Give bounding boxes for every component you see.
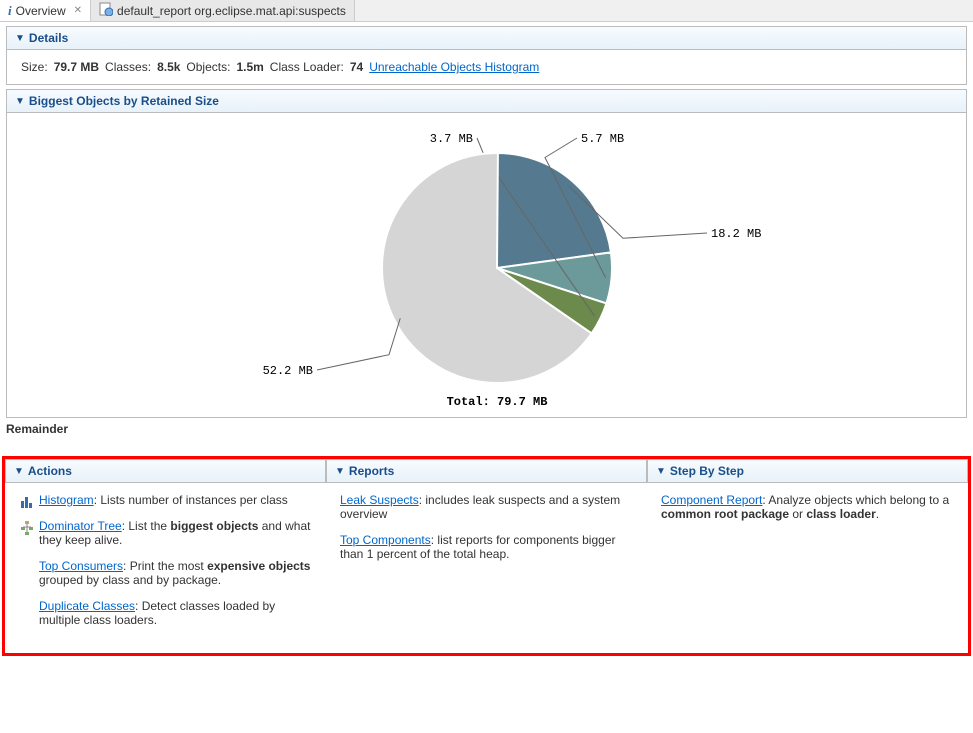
- report-icon: [99, 2, 113, 19]
- section-title: Details: [29, 31, 68, 45]
- report-link[interactable]: Leak Suspects: [340, 493, 419, 507]
- action-item: Top Consumers: Print the most expensive …: [19, 559, 312, 587]
- section-title: Actions: [28, 464, 72, 478]
- details-section: ▼ Details Size: 79.7 MB Classes: 8.5k Ob…: [6, 26, 967, 85]
- classes-label: Classes:: [105, 60, 151, 74]
- info-icon: i: [8, 3, 12, 19]
- action-link[interactable]: Duplicate Classes: [39, 599, 135, 613]
- report-link[interactable]: Top Components: [340, 533, 431, 547]
- twisty-icon: ▼: [335, 466, 345, 477]
- size-label: Size:: [21, 60, 48, 74]
- bottom-panel: ▼ Actions Histogram: Lists number of ins…: [2, 456, 971, 656]
- step-link[interactable]: Component Report: [661, 493, 762, 507]
- loader-label: Class Loader:: [270, 60, 344, 74]
- section-title: Reports: [349, 464, 394, 478]
- section-title: Biggest Objects by Retained Size: [29, 94, 219, 108]
- action-item: Dominator Tree: List the biggest objects…: [19, 519, 312, 547]
- pie-label: 5.7 MB: [581, 132, 624, 146]
- tree-icon: [19, 521, 35, 535]
- histogram-icon: [19, 495, 35, 509]
- stepbystep-header[interactable]: ▼ Step By Step: [647, 459, 968, 483]
- tab-overview[interactable]: i Overview ✕: [0, 0, 91, 21]
- close-icon[interactable]: ✕: [74, 5, 82, 16]
- stepbystep-column: ▼ Step By Step Component Report: Analyze…: [647, 459, 968, 653]
- tab-default-report[interactable]: default_report org.eclipse.mat.api:suspe…: [91, 0, 355, 21]
- pie-label: 52.2 MB: [262, 364, 312, 378]
- twisty-icon: ▼: [656, 466, 666, 477]
- twisty-icon: ▼: [14, 466, 24, 477]
- unreachable-link[interactable]: Unreachable Objects Histogram: [369, 60, 539, 74]
- details-body: Size: 79.7 MB Classes: 8.5k Objects: 1.5…: [7, 50, 966, 84]
- classes-value: 8.5k: [157, 60, 180, 74]
- action-item: Duplicate Classes: Detect classes loaded…: [19, 599, 312, 627]
- report-item: Top Components: list reports for compone…: [340, 533, 633, 561]
- reports-column: ▼ Reports Leak Suspects: includes leak s…: [326, 459, 647, 653]
- actions-header[interactable]: ▼ Actions: [5, 459, 326, 483]
- section-title: Step By Step: [670, 464, 744, 478]
- pie-label: 18.2 MB: [711, 227, 761, 241]
- pie-svg: 18.2 MB 5.7 MB 3.7 MB 52.2 MB Total: 79.7 M…: [167, 123, 807, 413]
- tab-label: Overview: [16, 4, 66, 18]
- twisty-icon: ▼: [15, 33, 25, 44]
- report-item: Leak Suspects: includes leak suspects an…: [340, 493, 633, 521]
- step-item: Component Report: Analyze objects which …: [661, 493, 954, 521]
- pie-label: 3.7 MB: [429, 132, 472, 146]
- details-header[interactable]: ▼ Details: [7, 27, 966, 50]
- twisty-icon: ▼: [15, 96, 25, 107]
- chart-total: Total: 79.7 MB: [446, 395, 547, 409]
- pie-chart: 18.2 MB 5.7 MB 3.7 MB 52.2 MB Total: 79.7 M…: [7, 113, 966, 417]
- reports-header[interactable]: ▼ Reports: [326, 459, 647, 483]
- loader-value: 74: [350, 60, 363, 74]
- action-item: Histogram: Lists number of instances per…: [19, 493, 312, 507]
- objects-value: 1.5m: [236, 60, 263, 74]
- action-link[interactable]: Histogram: [39, 493, 94, 507]
- objects-label: Objects:: [186, 60, 230, 74]
- tab-bar: i Overview ✕ default_report org.eclipse.…: [0, 0, 973, 22]
- remainder-label: Remainder: [6, 422, 967, 436]
- tab-label: default_report org.eclipse.mat.api:suspe…: [117, 4, 346, 18]
- actions-column: ▼ Actions Histogram: Lists number of ins…: [5, 459, 326, 653]
- size-value: 79.7 MB: [54, 60, 99, 74]
- action-link[interactable]: Dominator Tree: [39, 519, 122, 533]
- biggest-section: ▼ Biggest Objects by Retained Size 18.2 …: [6, 89, 967, 418]
- action-link[interactable]: Top Consumers: [39, 559, 123, 573]
- biggest-header[interactable]: ▼ Biggest Objects by Retained Size: [7, 90, 966, 113]
